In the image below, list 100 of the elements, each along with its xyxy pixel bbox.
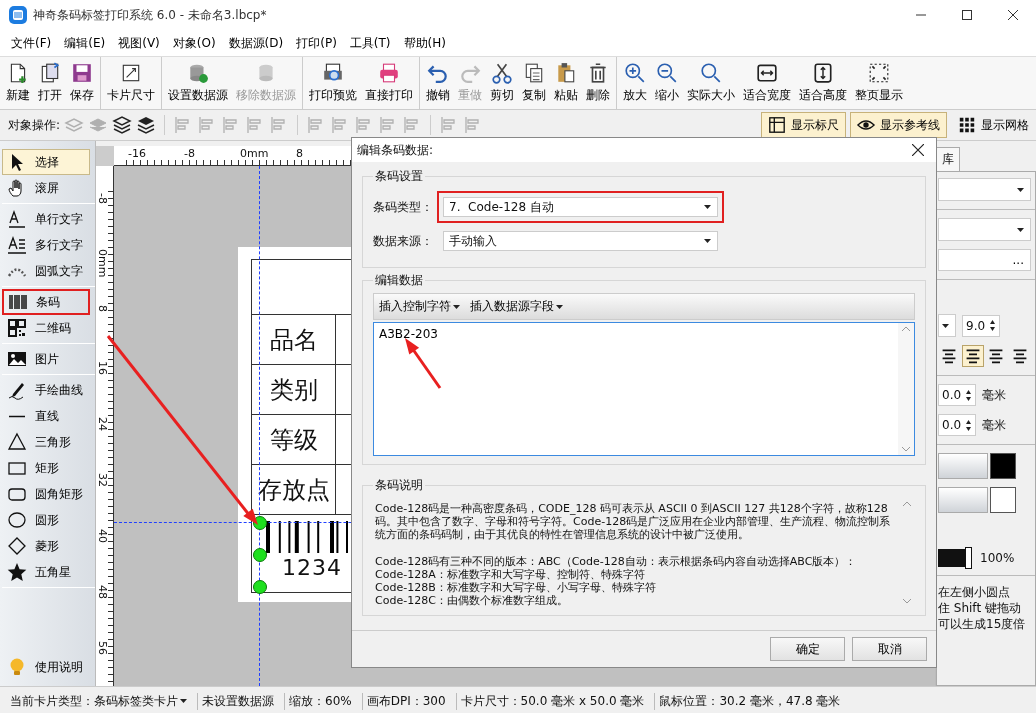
toolbar-button[interactable]: 复制 bbox=[518, 57, 550, 109]
ruler-label: 0mm bbox=[240, 147, 269, 160]
menu-item[interactable]: 数据源(D) bbox=[221, 31, 290, 55]
grid-icon bbox=[958, 116, 976, 134]
offset-spinner[interactable]: 0.0 bbox=[938, 384, 977, 406]
dropdown[interactable] bbox=[938, 314, 956, 337]
align-button[interactable] bbox=[961, 345, 984, 367]
tool-button[interactable]: 滚屏 bbox=[2, 175, 90, 201]
ruler-label: 0mm bbox=[96, 249, 109, 278]
table-cell: 类别 bbox=[252, 365, 336, 414]
help-button[interactable]: 使用说明 bbox=[2, 654, 90, 680]
panel-tab[interactable]: 库 bbox=[936, 147, 960, 171]
copy-icon bbox=[523, 62, 545, 84]
description-text: Code-128码是一种高密度条码，CODE_128 码可表示从 ASCII 0 到ASCII 127 共128个字符，故称128码。其中包含了数字、字母和符号字符。Code-128码是广泛应用在企业内部管理、生产流程、物流控制系统方面的条码码制，由于其优良的特性在管理信息系统的设计中被广泛使用。 bbox=[375, 502, 892, 541]
tool-button[interactable]: 图片 bbox=[2, 346, 90, 372]
fit-height-icon bbox=[812, 62, 834, 84]
offset-spinner[interactable]: 0.0 bbox=[938, 414, 977, 436]
menu-item[interactable]: 工具(T) bbox=[342, 31, 397, 55]
scroll-up-icon bbox=[903, 501, 911, 507]
description-text: Code-128C：由偶数个标准数字组成。 bbox=[375, 594, 569, 607]
status-item: 鼠标位置：30.2 毫米，47.8 毫米 bbox=[658, 692, 842, 710]
toggle-button[interactable]: 显示参考线 bbox=[850, 112, 947, 138]
qr-code-icon bbox=[7, 318, 27, 338]
ruler-label: 48 bbox=[96, 585, 109, 599]
menu-item[interactable]: 帮助(H) bbox=[396, 31, 452, 55]
tool-button[interactable]: 条码 bbox=[2, 289, 90, 315]
toolbar-button[interactable]: 适合宽度 bbox=[739, 57, 795, 109]
toolbar-button[interactable]: 缩小 bbox=[651, 57, 683, 109]
ruler-icon bbox=[768, 116, 786, 134]
description-text: Code-128码有三种不同的版本：ABC（Code-128自动：表示根据条码内容自动选择ABC版本）： bbox=[375, 555, 858, 568]
table-cell: 品名 bbox=[252, 315, 336, 364]
help-text: 住 Shift 键拖动 bbox=[938, 600, 1022, 616]
text-area[interactable]: A3B2-203 bbox=[373, 322, 915, 456]
browse-button[interactable]: ... bbox=[938, 249, 1031, 271]
scissors-icon bbox=[491, 62, 513, 84]
scroll-down-icon bbox=[902, 446, 910, 452]
tool-button[interactable]: 矩形 bbox=[2, 455, 90, 481]
tool-button[interactable]: 五角星 bbox=[2, 559, 90, 585]
toolbar-button[interactable]: 删除 bbox=[582, 57, 614, 109]
tool-button[interactable]: 单行文字 bbox=[2, 206, 90, 232]
tool-button[interactable]: 选择 bbox=[2, 149, 90, 175]
tool-button[interactable]: 圆角矩形 bbox=[2, 481, 90, 507]
menu-button[interactable]: 插入控制字符 bbox=[376, 298, 463, 315]
description-text: Code-128A：标准数字和大写字母、控制符、特殊字符 bbox=[375, 568, 646, 581]
scroll-down-icon bbox=[903, 598, 911, 604]
color-button[interactable] bbox=[938, 487, 988, 513]
toolbar-button[interactable]: 剪切 bbox=[486, 57, 518, 109]
toolbar-button[interactable]: 撤销 bbox=[422, 57, 454, 109]
spin-arrows-icon bbox=[989, 320, 997, 331]
toolbar-button[interactable]: 打印预览 bbox=[305, 57, 361, 109]
toolbar-button[interactable]: 卡片尺寸 bbox=[103, 57, 159, 109]
card-size-icon bbox=[120, 62, 142, 84]
toolbar-button[interactable]: 放大 bbox=[619, 57, 651, 109]
font-size-spinner[interactable]: 9.0 bbox=[962, 314, 1001, 337]
dialog-button[interactable]: 确定 bbox=[770, 637, 845, 661]
ruler-label: 56 bbox=[96, 641, 109, 655]
toolbar-button[interactable]: 新建 bbox=[2, 57, 34, 109]
close-icon bbox=[1008, 10, 1018, 20]
caret-icon bbox=[1017, 187, 1024, 192]
toggle-button[interactable]: 显示网格 bbox=[951, 112, 1036, 138]
caret-icon bbox=[704, 239, 711, 243]
color-swatch[interactable] bbox=[990, 487, 1016, 513]
toolbar-button[interactable]: 实际大小 bbox=[683, 57, 739, 109]
toolbar-button[interactable]: 粘贴 bbox=[550, 57, 582, 109]
color-button[interactable] bbox=[938, 453, 988, 479]
dialog-button[interactable]: 取消 bbox=[852, 637, 927, 661]
menu-item[interactable]: 视图(V) bbox=[111, 31, 166, 55]
status-item[interactable]: 当前卡片类型：条码标签类卡片 bbox=[6, 692, 198, 710]
tool-button[interactable]: 多行文字 bbox=[2, 232, 90, 258]
menu-item[interactable]: 编辑(E) bbox=[57, 31, 112, 55]
tool-button[interactable]: 手绘曲线 bbox=[2, 377, 90, 403]
tool-button[interactable]: 直线 bbox=[2, 403, 90, 429]
ruler-label: -16 bbox=[128, 147, 146, 160]
toolbar-button[interactable]: 设置数据源 bbox=[164, 57, 232, 109]
menu-item[interactable]: 对象(O) bbox=[165, 31, 222, 55]
app-logo-icon bbox=[9, 6, 27, 24]
tool-button[interactable]: 三角形 bbox=[2, 429, 90, 455]
toolbar-button[interactable]: 打开 bbox=[34, 57, 66, 109]
dropdown[interactable]: 手动输入 bbox=[443, 231, 718, 251]
triangle-icon bbox=[7, 432, 27, 452]
menu-button[interactable]: 插入数据源字段 bbox=[467, 298, 566, 315]
clipboard-icon bbox=[555, 62, 577, 84]
dropdown[interactable]: 7. Code-128 自动 bbox=[443, 197, 718, 217]
menu-item[interactable]: 文件(F) bbox=[4, 31, 58, 55]
ruler-label: 40 bbox=[96, 529, 109, 543]
tool-button[interactable]: 菱形 bbox=[2, 533, 90, 559]
toolbar-button[interactable]: 适合高度 bbox=[795, 57, 851, 109]
scrollbar[interactable] bbox=[898, 323, 914, 455]
zoom-out-icon bbox=[656, 62, 678, 84]
tool-button[interactable]: 圆形 bbox=[2, 507, 90, 533]
tool-button[interactable]: 二维码 bbox=[2, 315, 90, 341]
toolbar-button[interactable]: 保存 bbox=[66, 57, 98, 109]
toolbar-button[interactable]: 直接打印 bbox=[361, 57, 417, 109]
tool-button[interactable]: 圆弧文字 bbox=[2, 258, 90, 284]
color-swatch[interactable] bbox=[990, 453, 1016, 479]
toolbar-button[interactable]: 整页显示 bbox=[851, 57, 907, 109]
menu-item[interactable]: 打印(P) bbox=[289, 31, 343, 55]
toggle-button[interactable]: 显示标尺 bbox=[761, 112, 846, 138]
caret-icon bbox=[556, 304, 563, 309]
slider-thumb[interactable] bbox=[965, 547, 972, 569]
